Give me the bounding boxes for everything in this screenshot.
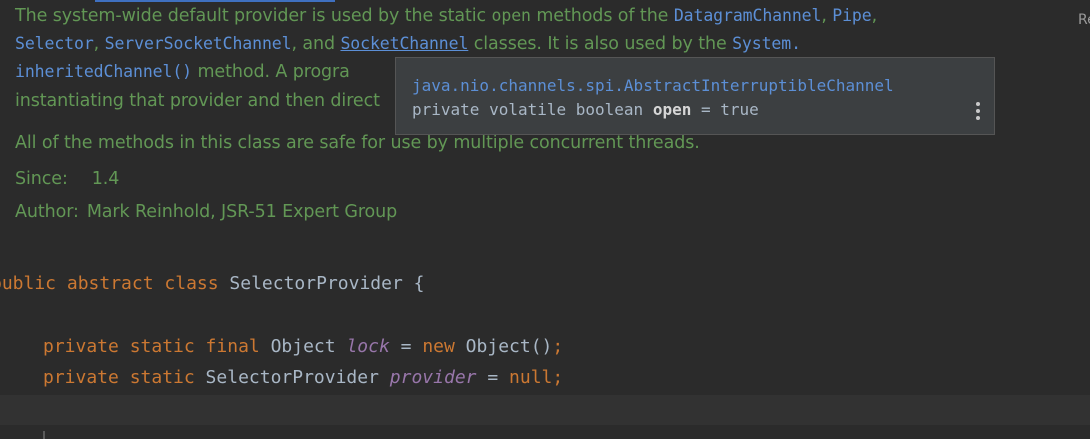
right-edge-strip [1074,0,1090,439]
doc-line-3: inheritedChannel() method. A progra [15,62,350,82]
link-inherited-channel[interactable]: inheritedChannel() [15,62,192,81]
since-label: Since: [15,169,68,189]
doc-author: Author: Mark Reinhold, JSR-51 Expert Grou… [15,202,397,222]
code-line-provider-field[interactable]: private static SelectorProvider provider… [43,367,563,388]
since-value: 1.4 [91,169,120,189]
link-datagram-channel[interactable]: DatagramChannel [674,6,822,25]
link-socket-channel[interactable]: SocketChannel [340,34,468,53]
indent-guide [43,431,45,439]
popup-class-name[interactable]: java.nio.channels.spi.AbstractInterrupti… [412,76,894,95]
field-provider: provider [389,367,477,388]
doc-line-2: Selector, ServerSocketChannel, and Socke… [15,34,801,54]
doc-line-4: instantiating that provider and then dir… [15,91,380,111]
link-selector[interactable]: Selector [15,34,94,53]
author-value: Mark Reinhold, JSR-51 Expert Group [86,202,398,222]
code-line-class-decl[interactable]: public abstract class SelectorProvider { [0,273,424,294]
clipped-edge-text: Re [1078,12,1090,28]
doc-thread-safety: All of the methods in this class are saf… [15,133,700,153]
link-pipe[interactable]: Pipe [832,6,871,25]
link-system[interactable]: System. [732,34,801,53]
current-line-highlight [0,395,1090,425]
hover-info-popup: java.nio.channels.spi.AbstractInterrupti… [395,57,995,135]
link-server-socket-channel[interactable]: ServerSocketChannel [105,34,292,53]
doc-since: Since: 1.4 [15,169,119,189]
author-label: Author: [15,202,79,222]
code-open: open [491,6,531,25]
kebab-menu-icon[interactable] [976,102,980,122]
code-line-lock-field[interactable]: private static final Object lock = new O… [43,336,563,357]
popup-declaration: private volatile boolean open = true [412,100,759,119]
doc-line-1: The system-wide default provider is used… [15,6,878,26]
field-lock: lock [346,336,390,357]
selection-underline [95,0,335,2]
